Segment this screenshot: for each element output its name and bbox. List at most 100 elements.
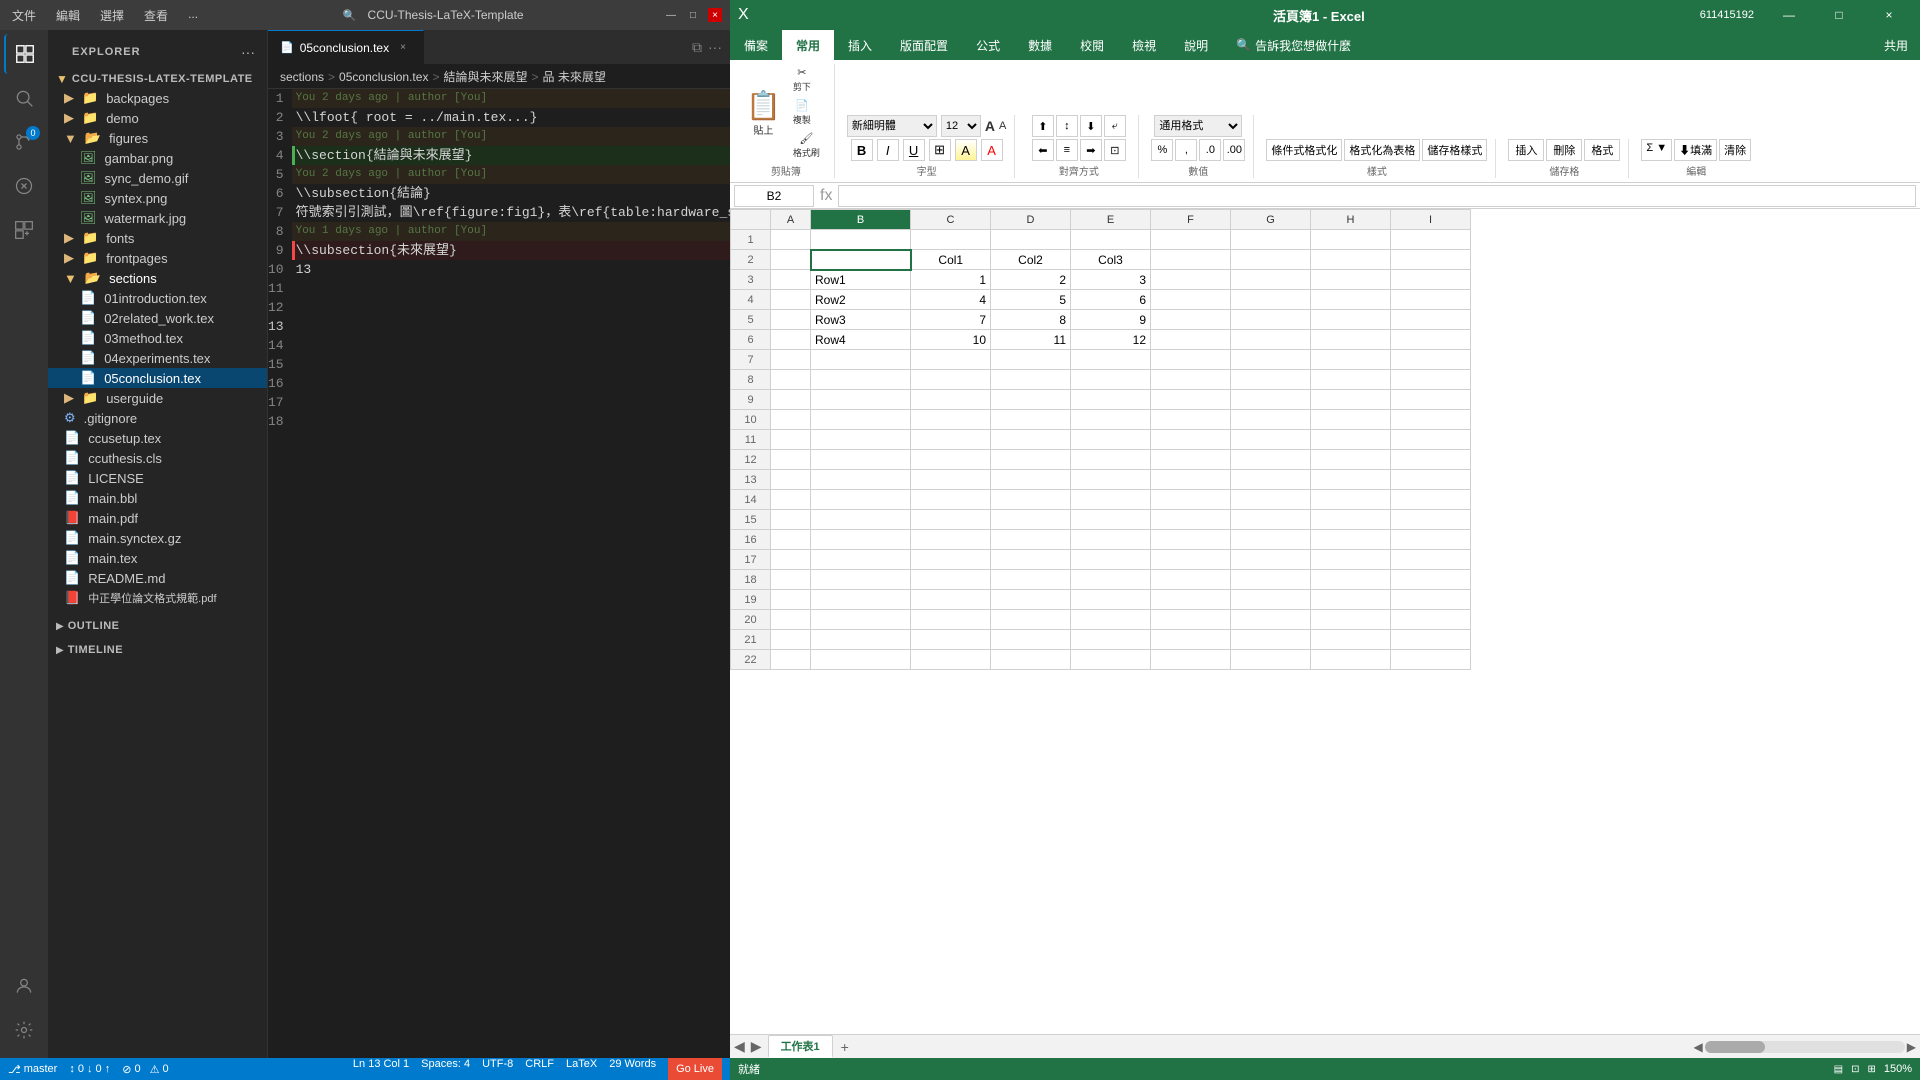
font-size-select[interactable]: 12 [941, 115, 981, 137]
insert-cells-button[interactable]: 插入 [1508, 139, 1544, 161]
cell-8-D[interactable] [991, 370, 1071, 390]
status-language[interactable]: LaTeX [566, 1058, 597, 1080]
cell-21-I[interactable] [1391, 630, 1471, 650]
cell-20-A[interactable] [771, 610, 811, 630]
cell-18-G[interactable] [1231, 570, 1311, 590]
cell-3-C[interactable]: 1 [911, 270, 991, 290]
ribbon-tab-home[interactable]: 常用 [782, 30, 834, 60]
code-content[interactable]: You 2 days ago | author [You] \\lfoot{ r… [292, 89, 730, 1058]
cell-20-B[interactable] [811, 610, 911, 630]
code-line-8[interactable]: \\section{結論與未來展望} [292, 146, 730, 165]
conditional-format-button[interactable]: 條件式格式化 [1266, 139, 1342, 161]
code-line-5[interactable]: \\lfoot{ root = ../main.tex...} [292, 108, 730, 127]
cell-19-B[interactable] [811, 590, 911, 610]
status-sync[interactable]: ↕ 0 ↓ 0 ↑ [69, 1063, 110, 1075]
cell-6-F[interactable] [1151, 330, 1231, 350]
decrease-decimal-button[interactable]: .00 [1223, 139, 1245, 161]
cell-8-F[interactable] [1151, 370, 1231, 390]
close-button[interactable]: × [708, 8, 722, 22]
col-header-C[interactable]: C [911, 210, 991, 230]
cell-19-D[interactable] [991, 590, 1071, 610]
cell-6-D[interactable]: 11 [991, 330, 1071, 350]
cell-13-I[interactable] [1391, 470, 1471, 490]
align-left-button[interactable]: ⬅ [1032, 139, 1054, 161]
horizontal-scroll-left[interactable]: ◀ [1694, 1040, 1703, 1054]
cell-19-H[interactable] [1311, 590, 1391, 610]
sheet-scroll-right-icon[interactable]: ▶ [751, 1038, 762, 1055]
cell-16-I[interactable] [1391, 530, 1471, 550]
fill-color-button[interactable]: A [955, 139, 977, 161]
add-sheet-button[interactable]: + [835, 1037, 855, 1057]
sidebar-item-03method[interactable]: 📄 03method.tex [48, 328, 267, 348]
status-line-col[interactable]: Ln 13 Col 1 [353, 1058, 409, 1080]
align-bottom-button[interactable]: ⬇ [1080, 115, 1102, 137]
cell-9-H[interactable] [1311, 390, 1391, 410]
cell-11-G[interactable] [1231, 430, 1311, 450]
status-errors[interactable]: ⊘ 0 ⚠ 0 [122, 1063, 168, 1076]
font-color-button[interactable]: A [981, 139, 1003, 161]
cell-4-I[interactable] [1391, 290, 1471, 310]
col-header-E[interactable]: E [1071, 210, 1151, 230]
align-middle-button[interactable]: ↕ [1056, 115, 1078, 137]
bold-button[interactable]: B [851, 139, 873, 161]
sidebar-item-02related[interactable]: 📄 02related_work.tex [48, 308, 267, 328]
comma-button[interactable]: , [1175, 139, 1197, 161]
cell-9-C[interactable] [911, 390, 991, 410]
cell-5-E[interactable]: 9 [1071, 310, 1151, 330]
cell-7-B[interactable] [811, 350, 911, 370]
cell-4-F[interactable] [1151, 290, 1231, 310]
cell-5-B[interactable]: Row3 [811, 310, 911, 330]
cell-17-H[interactable] [1311, 550, 1391, 570]
cell-12-C[interactable] [911, 450, 991, 470]
sidebar-item-05conclusion[interactable]: 📄 05conclusion.tex [48, 368, 267, 388]
menu-more[interactable]: ... [184, 5, 202, 26]
cell-2-I[interactable] [1391, 250, 1471, 270]
cell-17-D[interactable] [991, 550, 1071, 570]
cell-3-H[interactable] [1311, 270, 1391, 290]
horizontal-scrollbar[interactable] [1705, 1041, 1905, 1053]
cell-3-D[interactable]: 2 [991, 270, 1071, 290]
col-header-D[interactable]: D [991, 210, 1071, 230]
cell-1-H[interactable] [1311, 230, 1391, 250]
cell-9-A[interactable] [771, 390, 811, 410]
cell-22-G[interactable] [1231, 650, 1311, 670]
tab-close-button[interactable]: × [395, 40, 411, 56]
project-root[interactable]: ▼ CCU-THESIS-LATEX-TEMPLATE [48, 70, 267, 88]
col-header-A[interactable]: A [771, 210, 811, 230]
status-page-layout[interactable]: ⊡ [1851, 1064, 1859, 1075]
sidebar-item-01intro[interactable]: 📄 01introduction.tex [48, 288, 267, 308]
align-top-button[interactable]: ⬆ [1032, 115, 1054, 137]
cell-9-I[interactable] [1391, 390, 1471, 410]
cell-1-E[interactable] [1071, 230, 1151, 250]
split-editor-icon[interactable]: ⧉ [692, 39, 702, 56]
status-page-break[interactable]: ⊞ [1867, 1064, 1875, 1075]
editor-content[interactable]: 123456789101112131415161718 You 2 days a… [268, 89, 730, 1058]
formula-input[interactable] [838, 185, 1916, 207]
cell-1-A[interactable] [771, 230, 811, 250]
cell-8-H[interactable] [1311, 370, 1391, 390]
cell-13-C[interactable] [911, 470, 991, 490]
excel-maximize-button[interactable]: □ [1816, 0, 1862, 30]
autosum-button[interactable]: Σ ▼ [1641, 139, 1672, 161]
format-painter-button[interactable]: 🖌格式刷 [787, 130, 826, 161]
sidebar-item-syntex[interactable]: 🖼 syntex.png [48, 188, 267, 208]
cell-13-E[interactable] [1071, 470, 1151, 490]
cell-17-G[interactable] [1231, 550, 1311, 570]
more-actions-icon[interactable]: ··· [708, 39, 722, 55]
col-header-G[interactable]: G [1231, 210, 1311, 230]
cell-17-I[interactable] [1391, 550, 1471, 570]
cell-15-I[interactable] [1391, 510, 1471, 530]
cell-21-A[interactable] [771, 630, 811, 650]
cell-16-C[interactable] [911, 530, 991, 550]
cell-5-H[interactable] [1311, 310, 1391, 330]
cell-8-G[interactable] [1231, 370, 1311, 390]
cell-21-B[interactable] [811, 630, 911, 650]
outline-toggle[interactable]: ▶ OUTLINE [48, 616, 267, 636]
cell-7-A[interactable] [771, 350, 811, 370]
sheet-scroll-left-icon[interactable]: ◀ [734, 1038, 745, 1055]
cell-14-I[interactable] [1391, 490, 1471, 510]
cell-10-G[interactable] [1231, 410, 1311, 430]
cell-12-G[interactable] [1231, 450, 1311, 470]
col-header-F[interactable]: F [1151, 210, 1231, 230]
cell-8-A[interactable] [771, 370, 811, 390]
